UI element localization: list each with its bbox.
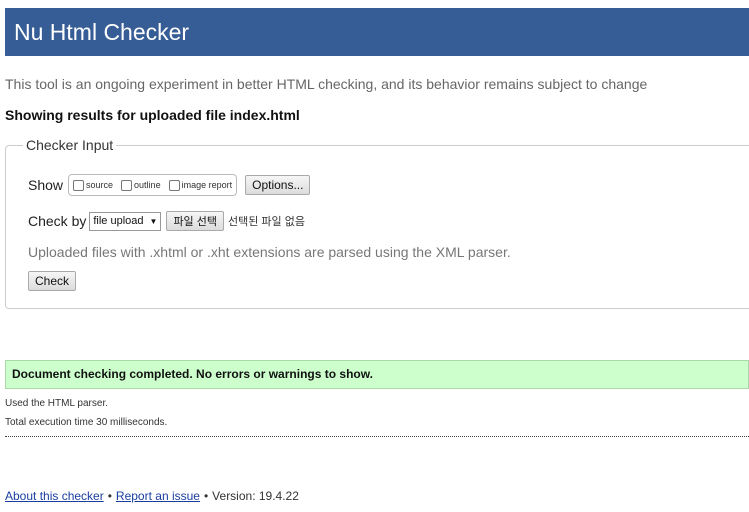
footer-separator: • (203, 489, 209, 503)
page-header: Nu Html Checker (5, 8, 749, 56)
showing-results-text: Showing results for uploaded file index.… (5, 107, 300, 123)
show-image-report-option[interactable]: image report (168, 179, 233, 191)
footer: About this checker • Report an issue • Versi… (5, 489, 299, 503)
report-issue-link[interactable]: Report an issue (116, 489, 200, 503)
no-file-chosen-text: 선택된 파일 없음 (227, 216, 305, 228)
dropdown-arrow-icon: ▼ (149, 216, 158, 226)
footer-separator: • (107, 489, 112, 503)
success-message: Document checking completed. No errors o… (5, 360, 749, 389)
outline-label: outline (134, 180, 161, 190)
check-by-select[interactable]: file upload ▼ (89, 211, 162, 231)
checker-input-legend: Checker Input (26, 137, 114, 153)
about-checker-link[interactable]: About this checker (5, 489, 104, 503)
page-title: Nu Html Checker (14, 19, 190, 45)
options-button[interactable]: Options... (245, 175, 311, 195)
outline-checkbox[interactable] (121, 179, 133, 191)
version-text: Version: 19.4.22 (212, 489, 299, 503)
check-by-row: Check by file upload ▼ 파일 선택 선택된 파일 없음 (28, 211, 305, 231)
check-by-label: Check by (28, 213, 87, 229)
show-label: Show (28, 177, 64, 193)
execution-time: Total execution time 30 milliseconds. (5, 417, 168, 428)
image-report-checkbox[interactable] (168, 179, 180, 191)
intro-text: This tool is an ongoing experiment in be… (5, 76, 648, 92)
source-label: source (86, 180, 114, 190)
show-source-option[interactable]: source (73, 179, 114, 191)
parser-info: Used the HTML parser. (5, 398, 109, 409)
check-button[interactable]: Check (28, 271, 77, 291)
source-checkbox[interactable] (73, 179, 85, 191)
check-by-value: file upload (93, 215, 144, 227)
show-options-group: source outline image report (68, 174, 238, 196)
show-outline-option[interactable]: outline (121, 179, 161, 191)
image-report-label: image report (181, 180, 233, 190)
xml-parser-note: Uploaded files with .xhtml or .xht exten… (28, 244, 511, 260)
show-options-row: Show source outline image report Options… (28, 174, 311, 196)
choose-file-button[interactable]: 파일 선택 (166, 211, 224, 231)
results-divider (5, 436, 749, 437)
